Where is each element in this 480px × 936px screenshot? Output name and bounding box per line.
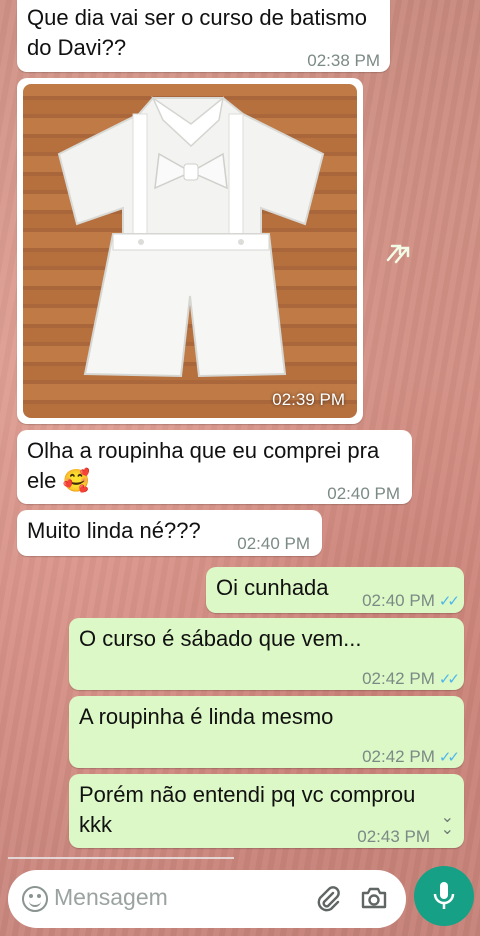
photo-outfit[interactable]: 02:39 PM [23,84,357,418]
emoji-icon[interactable] [22,886,48,912]
message-time: 02:43 PM [357,827,430,846]
forward-icon[interactable] [384,240,414,266]
message-incoming[interactable]: Olha a roupinha que eu comprei pra ele 🥰… [17,430,412,504]
baptism-outfit-image [57,95,325,378]
camera-icon[interactable] [360,886,388,910]
microphone-button[interactable] [414,866,474,926]
message-time: 02:40 PM ✓✓ [362,591,460,610]
message-incoming[interactable]: Que dia vai ser o curso de batismo do Da… [17,0,390,72]
message-composer[interactable]: Mensagem [8,870,406,928]
message-time: 02:39 PM [272,390,345,409]
microphone-icon [433,882,455,909]
message-time: 02:40 PM [327,484,400,503]
message-input[interactable]: Mensagem [54,884,168,911]
message-time: 02:42 PM ✓✓ [362,747,460,766]
double-check-icon: ✓✓ [438,749,460,766]
message-text: O curso é sábado que vem... [79,626,362,651]
message-outgoing[interactable]: Porém não entendi pq vc comprou kkk 02:4… [69,774,464,848]
message-time: 02:40 PM [237,534,310,553]
message-outgoing[interactable]: O curso é sábado que vem... 02:42 PM ✓✓ [69,618,464,690]
image-message[interactable]: 02:39 PM [17,78,363,424]
chevron-down-icon[interactable]: ⌄ ⌄ [441,810,454,838]
double-check-icon: ✓✓ [438,671,460,688]
message-outgoing[interactable]: A roupinha é linda mesmo 02:42 PM ✓✓ [69,696,464,768]
message-text: Oi cunhada [216,575,329,600]
message-text: A roupinha é linda mesmo [79,704,334,729]
divider [8,857,234,859]
message-incoming[interactable]: Muito linda né??? 02:40 PM [17,510,322,556]
message-time: 02:42 PM ✓✓ [362,669,460,688]
message-text: Muito linda né??? [27,518,201,543]
paperclip-icon[interactable] [313,884,343,914]
double-check-icon: ✓✓ [438,593,460,610]
message-time: 02:38 PM [307,51,380,70]
message-outgoing[interactable]: Oi cunhada 02:40 PM ✓✓ [206,567,464,613]
